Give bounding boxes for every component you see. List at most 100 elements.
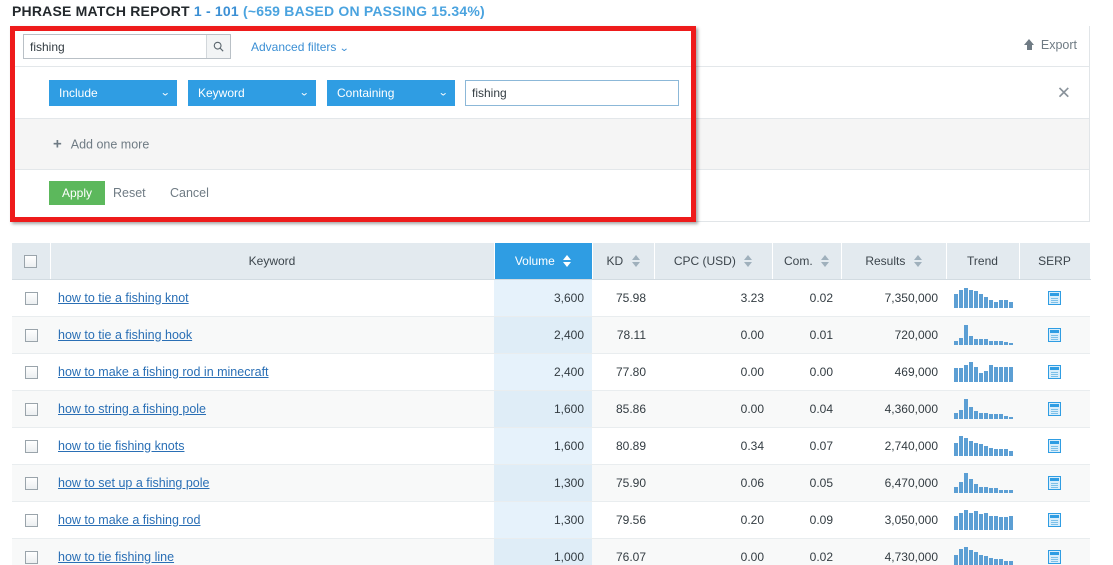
trend-cell (946, 353, 1019, 391)
results-cell: 6,470,000 (841, 464, 946, 502)
table-row: how to tie fishing line 1,000 76.07 0.00 0.0… (12, 538, 1090, 565)
cancel-button[interactable]: Cancel (170, 186, 209, 200)
sort-icon[interactable] (821, 254, 829, 267)
trend-sparkline (954, 435, 1014, 456)
serp-cell[interactable] (1019, 316, 1090, 354)
kd-cell: 77.80 (592, 353, 654, 391)
keyword-link[interactable]: how to tie fishing knots (58, 439, 184, 453)
table-row: how to tie a fishing knot 3,600 75.98 3.23 0… (12, 279, 1090, 317)
header-serp-label: SERP (1038, 253, 1071, 268)
row-checkbox[interactable] (24, 291, 38, 305)
header-cpc[interactable]: CPC (USD) (654, 243, 773, 280)
header-cpc-label: CPC (USD) (673, 253, 736, 268)
chevron-down-icon: ⌄ (437, 87, 449, 99)
com-cell: 0.05 (772, 464, 841, 502)
serp-cell[interactable] (1019, 538, 1090, 565)
row-checkbox[interactable] (24, 550, 38, 564)
row-checkbox[interactable] (24, 365, 38, 379)
keyword-link[interactable]: how to tie fishing line (58, 550, 174, 564)
advanced-filters-label: Advanced filters (251, 40, 337, 54)
row-checkbox-cell[interactable] (12, 501, 50, 539)
serp-cell[interactable] (1019, 279, 1090, 317)
serp-cell[interactable] (1019, 390, 1090, 428)
trend-sparkline (954, 546, 1014, 565)
trend-cell (946, 538, 1019, 565)
add-one-more-button[interactable]: + Add one more (53, 137, 149, 152)
serp-list-icon[interactable] (1048, 401, 1061, 416)
apply-button[interactable]: Apply (49, 181, 106, 205)
sort-icon[interactable] (913, 254, 922, 267)
keyword-link[interactable]: how to tie a fishing knot (58, 291, 189, 305)
header-keyword[interactable]: Keyword (50, 243, 495, 280)
keyword-link[interactable]: how to set up a fishing pole (58, 476, 210, 490)
filter-condition-row: Include ⌄ Keyword ⌄ Containing ⌄ ✕ (13, 66, 1089, 119)
search-input[interactable] (24, 35, 206, 58)
header-volume[interactable]: Volume (494, 243, 593, 280)
plus-icon: + (53, 135, 62, 153)
search-icon[interactable] (206, 35, 230, 58)
header-trend: Trend (946, 243, 1020, 280)
results-cell: 720,000 (841, 316, 946, 354)
sort-icon[interactable] (563, 254, 572, 267)
volume-cell: 1,300 (494, 501, 592, 539)
serp-list-icon[interactable] (1048, 549, 1061, 564)
header-com[interactable]: Com. (772, 243, 842, 280)
page-title-range: 1 - 101 (193, 3, 239, 19)
sort-icon[interactable] (744, 254, 753, 267)
keyword-cell: how to tie a fishing knot (50, 279, 494, 317)
close-icon[interactable]: ✕ (1057, 84, 1071, 101)
serp-list-icon[interactable] (1048, 475, 1061, 490)
serp-list-icon[interactable] (1048, 512, 1061, 527)
table-row: how to make a fishing rod 1,300 79.56 0.20 0… (12, 501, 1090, 539)
keyword-link[interactable]: how to make a fishing rod (58, 513, 200, 527)
header-results[interactable]: Results (841, 243, 947, 280)
header-kd[interactable]: KD (592, 243, 655, 280)
serp-cell[interactable] (1019, 501, 1090, 539)
serp-cell[interactable] (1019, 464, 1090, 502)
row-checkbox[interactable] (24, 402, 38, 416)
search-box[interactable] (23, 34, 231, 59)
row-checkbox[interactable] (24, 439, 38, 453)
phrase-match-report-page: PHRASE MATCH REPORT 1 - 101 (~659 BASED … (0, 0, 1113, 565)
select-all-checkbox[interactable] (24, 254, 38, 268)
row-checkbox[interactable] (24, 328, 38, 342)
row-checkbox-cell[interactable] (12, 538, 50, 565)
chevron-down-icon: ⌄ (298, 87, 310, 99)
serp-list-icon[interactable] (1048, 327, 1061, 342)
results-cell: 469,000 (841, 353, 946, 391)
row-checkbox-cell[interactable] (12, 316, 50, 354)
filter-actions-row: Apply Reset Cancel (13, 170, 1089, 220)
serp-list-icon[interactable] (1048, 438, 1061, 453)
export-button[interactable]: Export (1023, 38, 1077, 52)
row-checkbox-cell[interactable] (12, 390, 50, 428)
cpc-cell: 3.23 (654, 279, 772, 317)
chevron-down-icon: ⌄ (339, 43, 350, 54)
keyword-cell: how to set up a fishing pole (50, 464, 494, 502)
serp-cell[interactable] (1019, 427, 1090, 465)
keyword-link[interactable]: how to tie a fishing hook (58, 328, 192, 342)
row-checkbox[interactable] (24, 513, 38, 527)
sort-icon[interactable] (631, 254, 640, 267)
advanced-filters-toggle[interactable]: Advanced filters ⌄ (251, 40, 350, 54)
filter-match-select[interactable]: Containing ⌄ (327, 80, 455, 106)
row-checkbox-cell[interactable] (12, 427, 50, 465)
filter-value-input[interactable] (465, 80, 679, 106)
keyword-link[interactable]: how to make a fishing rod in minecraft (58, 365, 269, 379)
serp-list-icon[interactable] (1048, 290, 1061, 305)
volume-cell: 1,300 (494, 464, 592, 502)
row-checkbox-cell[interactable] (12, 279, 50, 317)
row-checkbox-cell[interactable] (12, 464, 50, 502)
com-cell: 0.09 (772, 501, 841, 539)
com-cell: 0.01 (772, 316, 841, 354)
header-select-all[interactable] (12, 243, 51, 280)
serp-list-icon[interactable] (1048, 364, 1061, 379)
keyword-link[interactable]: how to string a fishing pole (58, 402, 206, 416)
row-checkbox-cell[interactable] (12, 353, 50, 391)
row-checkbox[interactable] (24, 476, 38, 490)
table-row: how to make a fishing rod in minecraft 2,… (12, 353, 1090, 391)
filter-field-select[interactable]: Keyword ⌄ (188, 80, 316, 106)
serp-cell[interactable] (1019, 353, 1090, 391)
header-keyword-label: Keyword (248, 253, 296, 268)
filter-include-select[interactable]: Include ⌄ (49, 80, 177, 106)
reset-button[interactable]: Reset (113, 186, 146, 200)
